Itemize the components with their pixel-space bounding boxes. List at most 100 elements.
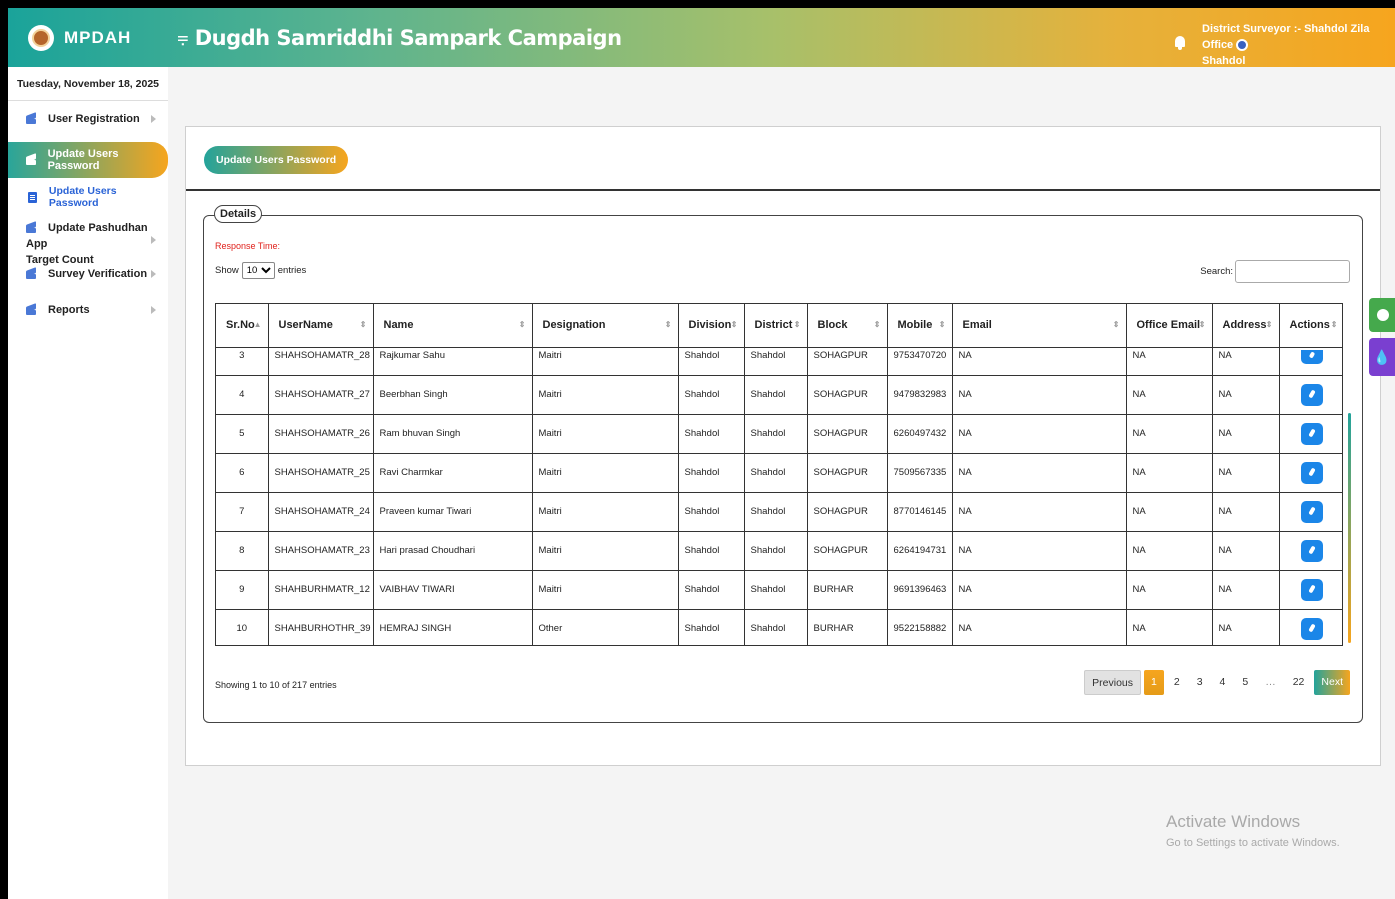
entries-select[interactable]: 10: [241, 262, 275, 279]
column-header[interactable]: Sr.No ▲: [216, 304, 269, 348]
table-cell: 9691396463: [887, 570, 953, 610]
search-input[interactable]: [1235, 260, 1350, 283]
layers-icon: [26, 155, 36, 165]
pagination-page[interactable]: 4: [1213, 670, 1233, 695]
table-scrollbar[interactable]: [1348, 413, 1351, 643]
column-header-label: District: [754, 319, 793, 332]
table-cell: 9479832983: [887, 375, 953, 415]
edit-password-button[interactable]: [1300, 422, 1323, 445]
menu-icon[interactable]: ⩦: [177, 26, 189, 49]
table-row: 4 SHAHSOHAMATR_27 Beerbhan Singh Maitri Shah…: [216, 375, 1342, 415]
user-info[interactable]: District Surveyor :- Shahdol Zila Office…: [1202, 21, 1395, 69]
edit-password-button[interactable]: [1300, 578, 1323, 601]
user-avatar-icon[interactable]: [1236, 39, 1249, 52]
edit-password-button[interactable]: [1300, 617, 1323, 640]
settings-gear-icon[interactable]: [1369, 298, 1395, 332]
windows-activation-watermark: Activate Windows Go to Settings to activ…: [1166, 812, 1340, 849]
sort-icon[interactable]: ⇕: [519, 320, 526, 329]
table-cell: NA: [1126, 347, 1213, 376]
sort-icon[interactable]: ⇕: [1113, 320, 1120, 329]
table-cell: Shahdol: [744, 375, 808, 415]
theme-drop-icon[interactable]: 💧: [1369, 338, 1395, 376]
sidebar-item-update-users-password[interactable]: Update Users Password: [8, 142, 168, 178]
pagination-previous[interactable]: Previous: [1084, 670, 1141, 695]
sort-icon[interactable]: ⇕: [665, 320, 672, 329]
table-cell: Maitri: [532, 375, 679, 415]
table-cell: SOHAGPUR: [807, 375, 888, 415]
sort-icon[interactable]: ⇕: [360, 320, 367, 329]
column-header[interactable]: Block ⇕: [807, 304, 888, 348]
table-cell: NA: [952, 570, 1127, 610]
sidebar-subitem-update-users-password[interactable]: Update Users Password: [8, 178, 168, 216]
table-cell: 8: [216, 531, 269, 571]
table-cell: Maitri: [532, 453, 679, 493]
edit-password-button[interactable]: [1300, 539, 1323, 562]
pagination-page[interactable]: 2: [1167, 670, 1187, 695]
brand-logo[interactable]: MPDAH: [8, 24, 173, 51]
sidebar-item-survey-verification[interactable]: Survey Verification: [8, 256, 168, 292]
sidebar-item-reports[interactable]: Reports: [8, 292, 168, 328]
column-header[interactable]: Email ⇕: [952, 304, 1127, 348]
pagination-page[interactable]: 22: [1286, 670, 1312, 695]
table-cell: SOHAGPUR: [807, 492, 888, 532]
actions-cell: [1279, 375, 1342, 415]
column-header[interactable]: Actions ⇕: [1279, 304, 1342, 348]
column-header[interactable]: Address ⇕: [1212, 304, 1280, 348]
table-cell: NA: [1212, 453, 1280, 493]
table-cell: NA: [1126, 375, 1213, 415]
edit-password-button[interactable]: [1300, 461, 1323, 484]
pagination-page[interactable]: 3: [1190, 670, 1210, 695]
actions-cell: [1279, 570, 1342, 610]
pagination-next[interactable]: Next: [1314, 670, 1350, 695]
column-header[interactable]: Name ⇕: [373, 304, 533, 348]
edit-password-button[interactable]: [1300, 500, 1323, 523]
sidebar-item-user-registration[interactable]: User Registration: [8, 101, 168, 137]
table-cell: Maitri: [532, 492, 679, 532]
table-cell: NA: [1126, 492, 1213, 532]
sort-icon[interactable]: ⇕: [1266, 320, 1273, 329]
table-cell: NA: [952, 531, 1127, 571]
sidebar-subitem-label: Update Users Password: [48, 185, 117, 209]
sort-icon[interactable]: ⇕: [939, 320, 946, 329]
notification-bell-icon[interactable]: [1174, 36, 1186, 50]
edit-password-button[interactable]: [1300, 383, 1323, 406]
sort-icon[interactable]: ⇕: [1199, 320, 1206, 329]
column-header[interactable]: Mobile ⇕: [887, 304, 953, 348]
column-header-label: Block: [817, 319, 848, 332]
column-header[interactable]: Designation ⇕: [532, 304, 679, 348]
table-cell: Shahdol: [744, 609, 808, 645]
sort-icon[interactable]: ⇕: [731, 320, 738, 329]
table-cell: 9753470720: [887, 347, 953, 376]
sort-icon[interactable]: ▲: [254, 320, 262, 329]
watermark-subtitle: Go to Settings to activate Windows.: [1166, 837, 1340, 849]
column-header[interactable]: Division ⇕: [678, 304, 745, 348]
pagination-page[interactable]: 5: [1235, 670, 1255, 695]
sort-icon[interactable]: ⇕: [874, 320, 881, 329]
column-header-label: Mobile: [897, 319, 933, 332]
column-header[interactable]: UserName ⇕: [268, 304, 374, 348]
pagination-page[interactable]: 1: [1144, 670, 1164, 695]
table-cell: NA: [1126, 414, 1213, 454]
layers-icon: [26, 223, 36, 234]
edit-password-button[interactable]: [1300, 349, 1323, 364]
sort-icon[interactable]: ⇕: [794, 320, 801, 329]
pagination-ellipsis: …: [1265, 676, 1276, 688]
emblem-icon: [28, 24, 54, 51]
table-cell: 9522158882: [887, 609, 953, 645]
column-header[interactable]: District ⇕: [744, 304, 808, 348]
update-users-password-button[interactable]: Update Users Password: [204, 146, 349, 174]
table-row: 10 SHAHBURHOTHR_39 HEMRAJ SINGH Other Shahdo…: [216, 609, 1342, 645]
sort-icon[interactable]: ⇕: [1331, 320, 1338, 329]
column-header-label: Name: [383, 319, 414, 332]
table-cell: SHAHSOHAMATR_23: [268, 531, 374, 571]
sidebar-item-update-pashudhan-target[interactable]: Update Pashudhan App Target Count: [8, 216, 168, 266]
column-header[interactable]: Office Email ⇕: [1126, 304, 1213, 348]
table-cell: BURHAR: [807, 609, 888, 645]
table-cell: Praveen kumar Tiwari: [373, 492, 533, 532]
table-row: 8 SHAHSOHAMATR_23 Hari prasad Choudhari Mai…: [216, 531, 1342, 571]
layers-icon: [26, 114, 36, 124]
entries-label: entries: [277, 265, 307, 276]
table-cell: NA: [1212, 375, 1280, 415]
table-row: 9 SHAHBURHMATR_12 VAIBHAV TIWARI Maitri Shah…: [216, 570, 1342, 610]
table-row: 6 SHAHSOHAMATR_25 Ravi Charmkar Maitri Shahd…: [216, 453, 1342, 493]
